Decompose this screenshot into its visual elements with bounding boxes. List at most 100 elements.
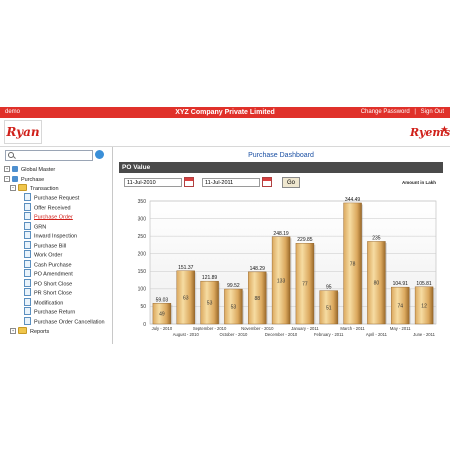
y-tick-label: 350: [138, 199, 147, 205]
search-go-button[interactable]: [95, 150, 104, 159]
bar-inner-label: 78: [350, 261, 356, 267]
module-icon: [12, 175, 18, 182]
bar-value-label: 59.03: [156, 297, 169, 303]
sidebar-item-inward-inspection[interactable]: Inward Inspection: [24, 231, 77, 240]
y-tick-label: 300: [138, 216, 147, 222]
x-tick-label: February - 2011: [314, 332, 344, 337]
x-tick-label: January - 2011: [291, 326, 319, 331]
module-icon: [12, 165, 18, 172]
sidebar-item-reports[interactable]: + Reports: [10, 327, 49, 336]
bar-inner-label: 80: [374, 281, 380, 287]
page-icon: [24, 212, 31, 220]
bar-inner-label: 74: [397, 304, 403, 310]
ryan-logo: Ryan: [4, 120, 42, 144]
sidebar: + Global Master − Purchase − Transaction Pu…: [0, 147, 113, 344]
bar-value-label: 121.89: [202, 275, 218, 281]
sidebar-item-po-amendment[interactable]: PO Amendment: [24, 269, 73, 278]
star-icon: ★: [440, 124, 448, 134]
page-icon: [24, 241, 31, 249]
sidebar-item-modification[interactable]: Modification: [24, 298, 63, 307]
go-button[interactable]: Go: [282, 177, 300, 188]
bar-value-label: 248.19: [273, 231, 289, 237]
dashboard-title: Purchase Dashboard: [248, 152, 314, 159]
x-tick-label: August - 2010: [173, 332, 200, 337]
sidebar-item-grn[interactable]: GRN: [24, 222, 46, 231]
sidebar-item-purchase-bill[interactable]: Purchase Bill: [24, 241, 66, 250]
x-tick-label: September - 2010: [193, 326, 227, 331]
x-tick-label: May - 2011: [390, 326, 411, 331]
page-icon: [24, 288, 31, 296]
page-icon: [24, 222, 31, 230]
bar-inner-label: 77: [302, 282, 308, 288]
amount-unit-note: Amount in Lakh: [402, 180, 436, 185]
po-value-header: PO Value: [119, 162, 443, 173]
expand-icon[interactable]: +: [10, 327, 16, 334]
collapse-icon[interactable]: −: [10, 184, 16, 191]
sidebar-item-purchase-return[interactable]: Purchase Return: [24, 307, 75, 316]
bar-value-label: 344.49: [345, 197, 361, 203]
sidebar-item-purchase[interactable]: − Purchase: [4, 175, 44, 184]
page-icon: [24, 307, 31, 315]
sidebar-item-offer-received[interactable]: Offer Received: [24, 203, 71, 212]
sidebar-item-purchase-request[interactable]: Purchase Request: [24, 193, 79, 202]
sidebar-item-transaction[interactable]: − Transaction: [10, 184, 59, 193]
search-icon: [8, 152, 14, 158]
page-icon: [24, 231, 31, 239]
sidebar-item-work-order[interactable]: Work Order: [24, 250, 62, 259]
calendar-icon[interactable]: [262, 177, 272, 187]
sidebar-item-cash-purchase[interactable]: Cash Purchase: [24, 260, 72, 269]
folder-icon: [18, 327, 27, 335]
collapse-icon[interactable]: −: [4, 175, 10, 182]
bar-value-label: 229.85: [297, 237, 313, 243]
sidebar-item-purchase-order[interactable]: Purchase Order: [24, 212, 73, 221]
x-tick-label: April - 2011: [366, 332, 388, 337]
page-icon: [24, 203, 31, 211]
x-tick-label: March - 2011: [340, 326, 365, 331]
bar-inner-label: 53: [231, 305, 237, 311]
from-date-field[interactable]: 11-Jul-2010: [124, 178, 182, 187]
bar-value-label: 105.81: [416, 281, 432, 287]
page-icon: [24, 269, 31, 277]
bar-value-label: 104.91: [393, 281, 409, 287]
po-value-chart: 0 50 100 150 200 250 300 350 59.03 49 July - 2010 1…: [138, 197, 437, 337]
sidebar-item-pr-short-close[interactable]: PR Short Close: [24, 288, 72, 297]
search-input[interactable]: [5, 150, 93, 161]
page-icon: [24, 250, 31, 258]
folder-open-icon: [18, 184, 27, 192]
x-tick-label: November - 2010: [241, 326, 274, 331]
bar-inner-label: 49: [159, 312, 165, 318]
link-separator: |: [414, 109, 416, 115]
top-bar: demo XYZ Company Private Limited Change …: [0, 107, 450, 118]
sidebar-item-po-short-close[interactable]: PO Short Close: [24, 279, 72, 288]
app-window: demo XYZ Company Private Limited Change …: [0, 107, 450, 344]
y-tick-label: 0: [143, 322, 146, 328]
x-tick-label: July - 2010: [152, 326, 173, 331]
bar-inner-label: 12: [421, 303, 427, 309]
page-icon: [24, 317, 31, 325]
po-value-title: PO Value: [122, 164, 151, 171]
x-tick-label: June - 2011: [413, 332, 435, 337]
logo-bar: Ryan Ryems ★: [0, 118, 450, 147]
page-icon: [24, 193, 31, 201]
page-icon: [24, 260, 31, 268]
y-tick-label: 200: [138, 252, 147, 258]
bar-value-label: 95: [326, 285, 332, 291]
bar-value-label: 148.29: [250, 266, 266, 272]
header-links: Change Password | Sign Out: [358, 107, 444, 118]
ryems-logo: Ryems ★: [410, 122, 450, 144]
sign-out-link[interactable]: Sign Out: [421, 109, 444, 115]
y-tick-label: 250: [138, 234, 147, 240]
expand-icon[interactable]: +: [4, 165, 10, 172]
change-password-link[interactable]: Change Password: [361, 109, 410, 115]
bar-value-label: 151.37: [178, 265, 194, 271]
x-tick-label: October - 2010: [219, 332, 248, 337]
bar-inner-label: 88: [254, 296, 260, 302]
bar-inner-label: 63: [183, 295, 189, 301]
bar-inner-label: 53: [207, 301, 213, 307]
sidebar-item-global-master[interactable]: + Global Master: [4, 165, 55, 174]
calendar-icon[interactable]: [184, 177, 194, 187]
y-tick-label: 150: [138, 269, 147, 275]
sidebar-item-purchase-order-cancellation[interactable]: Purchase Order Cancellation: [24, 317, 105, 326]
to-date-field[interactable]: 11-Jul-2011: [202, 178, 260, 187]
bar-inner-label: 133: [277, 278, 286, 284]
